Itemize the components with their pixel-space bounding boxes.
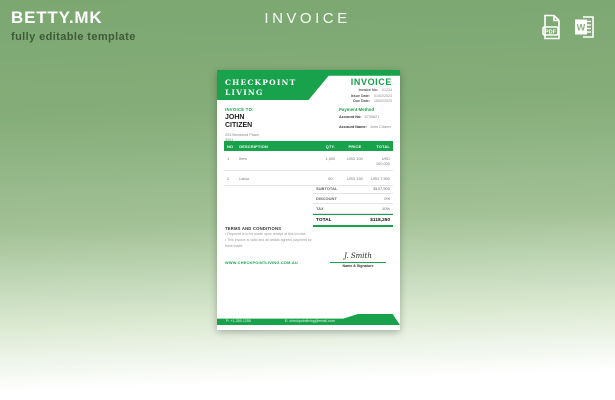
account-name-row: Account Name: John Citizen: [339, 125, 391, 129]
invoice-doc-title: INVOICE: [351, 77, 392, 87]
client-last-name: CITIZEN: [225, 122, 260, 131]
bill-to-block: INVOICE TO: JOHN CITIZEN 203 Benwood Pla…: [225, 107, 260, 143]
table-row: 1 Item 1,000 USD 100 USD 100,000: [224, 151, 393, 171]
col-header-total: TOTAL: [368, 144, 393, 149]
meta-value: 01234: [382, 88, 392, 92]
tax-value: 10%: [382, 206, 390, 211]
discount-label: DISCOUNT: [316, 196, 337, 201]
meta-label: Invoice No:: [359, 88, 378, 92]
grand-total-label: TOTAL: [316, 218, 332, 223]
col-header-qty: QTY.: [319, 144, 343, 149]
account-name-label: Account Name:: [339, 125, 367, 129]
payment-method-heading: Payment Method: [339, 107, 391, 112]
terms-bullet: This invoice is valid and all details ag…: [225, 238, 320, 249]
invoice-meta-row: Issue Date: 01/02/2023: [351, 94, 392, 98]
company-name-line1: CHECKPOINT: [225, 78, 296, 88]
cell-price: USD 150: [342, 176, 367, 181]
client-first-name: JOHN: [225, 114, 260, 123]
line-items-table: NO DESCRIPTION QTY. PRICE TOTAL 1 Item 1…: [224, 141, 393, 186]
pdf-file-icon[interactable]: PDF: [540, 14, 564, 40]
signature-name: J. Smith: [330, 252, 386, 263]
account-name-value: John Citizen: [370, 125, 391, 129]
cell-description: Labor: [239, 176, 318, 181]
tax-row: TAX 10%: [313, 204, 393, 214]
grand-total-row: TOTAL $118,250: [313, 214, 393, 227]
cell-price: USD 100: [342, 156, 367, 166]
invoice-meta: Invoice No: 01234 Issue Date: 01/02/2023…: [351, 88, 392, 103]
word-file-icon[interactable]: W: [573, 14, 597, 40]
account-no-row: Account No: 5739621: [339, 115, 391, 119]
svg-text:PDF: PDF: [545, 30, 557, 36]
totals-block: SUBTOTAL $107,500 DISCOUNT 0% TAX 10% TO…: [313, 184, 393, 227]
company-name-line2: LIVING: [225, 88, 296, 98]
terms-block: TERMS AND CONDITIONS Payment is to be ma…: [225, 226, 320, 265]
signature-caption: Name & Signature: [330, 264, 386, 268]
cell-no: 2: [224, 176, 239, 181]
tax-label: TAX: [316, 206, 324, 211]
meta-value: 01/02/2023: [374, 94, 392, 98]
col-header-no: NO: [224, 144, 239, 149]
cell-no: 1: [224, 156, 239, 166]
cell-total: USD 100,000: [368, 156, 393, 166]
company-name: CHECKPOINT LIVING: [225, 78, 296, 98]
meta-value: 15/02/2023: [374, 99, 392, 103]
subtotal-row: SUBTOTAL $107,500: [313, 184, 393, 194]
terms-heading: TERMS AND CONDITIONS: [225, 226, 320, 231]
cell-qty: 1,000: [319, 156, 343, 166]
bill-to-heading: INVOICE TO:: [225, 107, 260, 112]
terms-bullet: Payment is to be made upon receipt of th…: [225, 232, 320, 237]
col-header-description: DESCRIPTION: [239, 144, 318, 149]
grand-total-value: $118,250: [370, 218, 390, 223]
download-actions: PDF W: [540, 14, 597, 40]
meta-label: Issue Date:: [351, 94, 370, 98]
meta-label: Due Date:: [353, 99, 370, 103]
cell-description: Item: [239, 156, 318, 166]
invoice-meta-row: Due Date: 15/02/2023: [351, 99, 392, 103]
discount-row: DISCOUNT 0%: [313, 194, 393, 204]
discount-value: 0%: [384, 196, 390, 201]
signature-block: J. Smith Name & Signature: [330, 252, 386, 268]
brand-tagline: fully editable template: [11, 31, 136, 43]
account-no-label: Account No:: [339, 115, 362, 119]
svg-text:W: W: [577, 23, 586, 33]
col-header-price: PRICE: [342, 144, 367, 149]
page-title: INVOICE: [0, 10, 615, 27]
invoice-preview-document: CHECKPOINT LIVING INVOICE Invoice No: 01…: [217, 70, 400, 330]
subtotal-value: $107,500: [373, 186, 390, 191]
cell-qty: 50: [319, 176, 343, 181]
invoice-meta-row: Invoice No: 01234: [351, 88, 392, 92]
footer-phone: P: +1-255-1255: [226, 319, 251, 323]
subtotal-label: SUBTOTAL: [316, 186, 337, 191]
account-no-value: 5739621: [365, 115, 380, 119]
company-weblink: WWW.CHECKPOINTLIVING.COM.AU: [225, 260, 320, 265]
cell-total: USD 7,500: [368, 176, 393, 181]
table-header-row: NO DESCRIPTION QTY. PRICE TOTAL: [224, 141, 393, 151]
payment-method-block: Payment Method Account No: 5739621 Accou…: [339, 107, 391, 129]
footer-email: E: checkpointliving@email.com: [285, 319, 335, 323]
